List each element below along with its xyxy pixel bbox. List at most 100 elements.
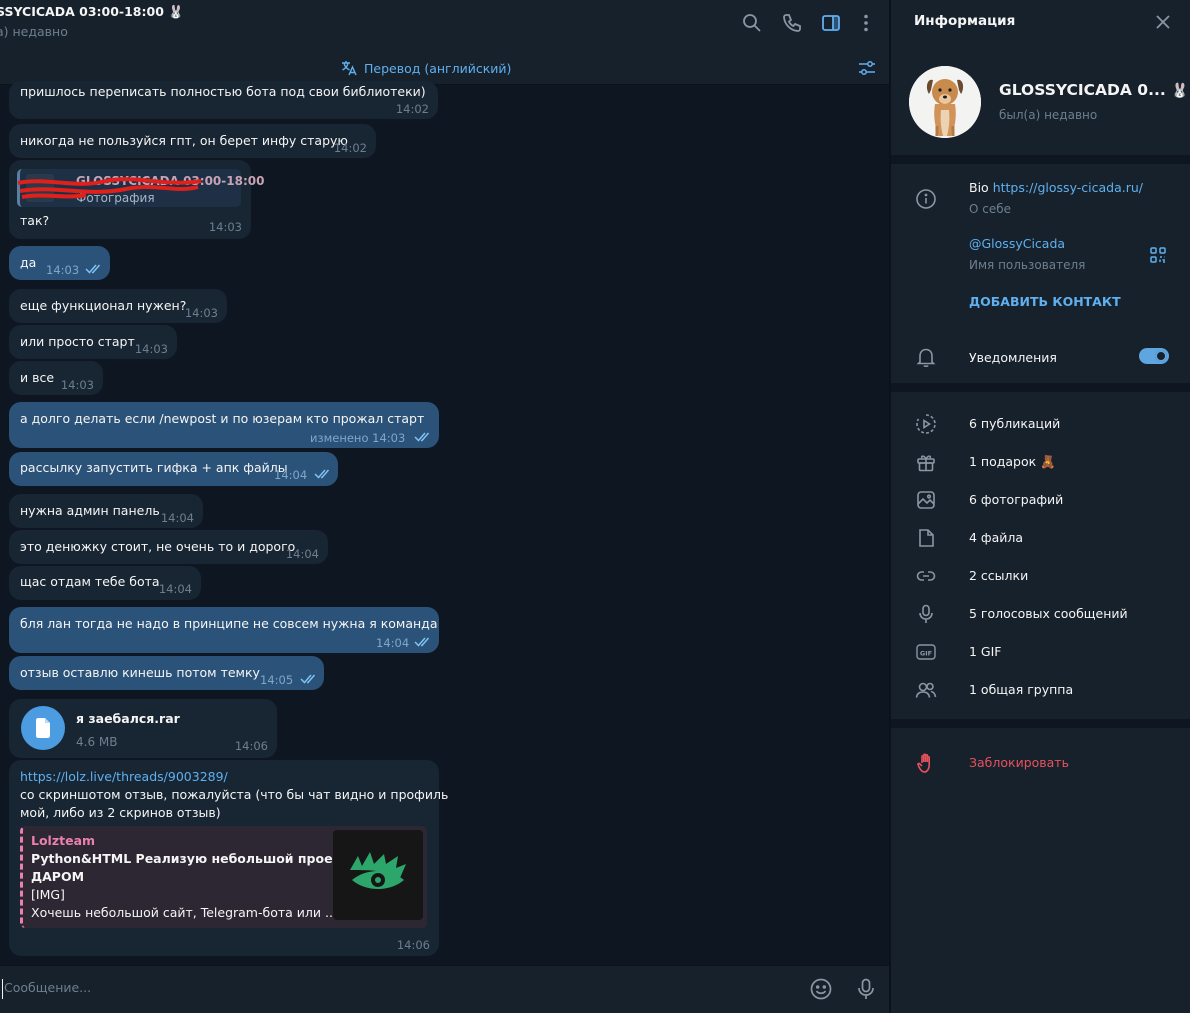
story-icon xyxy=(915,413,937,435)
phone-icon[interactable] xyxy=(781,12,803,34)
message-outgoing[interactable]: а долго делать если /newpost и по юзерам… xyxy=(9,402,439,448)
chat-title: SSYCICADA 03:00-18:00 🐰 xyxy=(0,4,184,19)
message-outgoing[interactable]: бля лан тогда не надо в принципе не совс… xyxy=(9,607,439,653)
message-time: 14:03 xyxy=(134,342,168,356)
media-row-voice[interactable]: 5 голосовых сообщений xyxy=(969,606,1128,621)
section-separator xyxy=(891,719,1190,728)
read-ticks-icon xyxy=(300,674,316,684)
message-text: и все xyxy=(20,370,55,385)
media-row-publications[interactable]: 6 публикаций xyxy=(969,416,1060,431)
message-outgoing[interactable]: да 14:03 xyxy=(9,246,110,280)
message-time: 14:02 xyxy=(333,141,367,155)
message-time: 14:04 xyxy=(285,547,319,561)
preview-desc: Хочешь небольшой сайт, Telegram-бота или… xyxy=(31,905,337,920)
message-text: или просто старт xyxy=(20,334,135,349)
media-row-gif[interactable]: 1 GIF xyxy=(969,644,1002,659)
media-row-groups[interactable]: 1 общая группа xyxy=(969,682,1073,697)
preview-desc: [IMG] xyxy=(31,887,65,902)
file-icon[interactable] xyxy=(21,706,65,750)
message-time: 14:05 xyxy=(260,673,294,687)
message-text: нужна админ панель xyxy=(20,503,160,518)
message-time: 14:04 xyxy=(376,636,410,650)
close-icon[interactable] xyxy=(1153,12,1173,32)
message-composer: Сообщение... xyxy=(0,965,889,1013)
bio-row[interactable]: Bio https://glossy-cicada.ru/ xyxy=(969,180,1143,195)
photo-icon xyxy=(915,489,937,511)
avatar[interactable] xyxy=(909,66,981,138)
message-text: бля лан тогда не надо в принципе не совс… xyxy=(20,616,438,631)
block-user-button[interactable]: Заблокировать xyxy=(969,755,1069,770)
media-row-gifts[interactable]: 1 подарок 🧸 xyxy=(969,454,1056,470)
message-time: 14:03 xyxy=(208,220,242,234)
message-incoming[interactable]: щас отдам тебе бота 14:04 xyxy=(9,566,201,600)
message-text: щас отдам тебе бота xyxy=(20,574,160,589)
media-row-files[interactable]: 4 файла xyxy=(969,530,1023,545)
notifications-label: Уведомления xyxy=(969,350,1057,365)
link-icon xyxy=(915,565,937,587)
chat-header[interactable]: SSYCICADA 03:00-18:00 🐰 а) недавно xyxy=(0,0,889,54)
username-link[interactable]: @GlossyCicada xyxy=(969,236,1065,251)
message-text: мой, либо из 2 скринов отзыв) xyxy=(20,805,221,820)
toggle-sidebar-icon[interactable] xyxy=(820,12,842,34)
add-contact-button[interactable]: ДОБАВИТЬ КОНТАКТ xyxy=(969,294,1121,309)
message-text: отзыв оставлю кинешь потом темку xyxy=(20,665,260,680)
preview-site-name: Lolzteam xyxy=(31,833,96,848)
message-incoming[interactable]: никогда не пользуйся гпт, он берет инфу … xyxy=(9,124,376,158)
message-link-preview[interactable]: https://lolz.live/threads/9003289/ со ск… xyxy=(9,760,448,956)
message-incoming[interactable]: пришлось переписать полностью бота под с… xyxy=(9,81,438,119)
group-icon xyxy=(915,679,937,701)
translate-button[interactable]: Перевод (английский) xyxy=(340,59,511,77)
message-list[interactable]: пришлось переписать полностью бота под с… xyxy=(0,81,889,965)
microphone-icon[interactable] xyxy=(854,977,878,1001)
media-row-links[interactable]: 2 ссылки xyxy=(969,568,1028,583)
chat-panel: SSYCICADA 03:00-18:00 🐰 а) недавно Перев… xyxy=(0,0,889,1013)
message-incoming-reply[interactable]: GLOSSYCICADA 03:00-18:00 Фотография так?… xyxy=(9,160,264,239)
translate-icon xyxy=(342,61,357,76)
chat-status: а) недавно xyxy=(0,24,68,39)
message-incoming[interactable]: или просто старт 14:03 xyxy=(9,325,177,359)
message-text: никогда не пользуйся гпт, он берет инфу … xyxy=(20,133,348,148)
username-caption: Имя пользователя xyxy=(969,258,1086,272)
media-row-photos[interactable]: 6 фотографий xyxy=(969,492,1063,507)
message-incoming[interactable]: еще функционал нужен? 14:03 xyxy=(9,289,227,323)
search-icon[interactable] xyxy=(741,12,763,34)
link-preview-card[interactable]: Lolzteam Python&HTML Реализую небольшой … xyxy=(20,826,427,928)
message-incoming[interactable]: это денюжку стоит, не очень то и дорого … xyxy=(9,530,328,564)
reply-quote[interactable]: GLOSSYCICADA 03:00-18:00 Фотография xyxy=(17,169,264,207)
message-file[interactable]: я заебался.rar 4.6 MB 14:06 xyxy=(9,699,277,758)
notifications-toggle[interactable] xyxy=(1139,348,1169,364)
svg-text:GIF: GIF xyxy=(920,649,932,657)
message-time: 14:04 xyxy=(274,468,308,482)
message-time: 14:03 xyxy=(46,263,80,277)
message-time: 14:06 xyxy=(396,938,430,952)
message-time: 14:06 xyxy=(234,739,268,753)
more-menu-icon[interactable] xyxy=(855,12,877,34)
message-incoming[interactable]: нужна админ панель 14:04 xyxy=(9,494,203,528)
message-text: это денюжку стоит, не очень то и дорого xyxy=(20,539,296,554)
read-ticks-icon xyxy=(414,432,430,442)
read-ticks-icon xyxy=(314,469,330,479)
gift-icon xyxy=(915,451,937,473)
message-time: изменено 14:03 xyxy=(310,431,406,445)
message-link[interactable]: https://lolz.live/threads/9003289/ xyxy=(20,768,228,786)
preview-thumbnail xyxy=(333,830,423,920)
qr-code-icon[interactable] xyxy=(1149,246,1167,264)
message-text: а долго делать если /newpost и по юзерам… xyxy=(20,411,425,426)
translation-settings-icon[interactable] xyxy=(857,58,877,78)
block-hand-icon xyxy=(915,752,937,774)
bio-link[interactable]: https://glossy-cicada.ru/ xyxy=(993,180,1143,195)
file-size: 4.6 MB xyxy=(76,735,118,749)
gif-icon: GIF xyxy=(915,641,937,663)
bio-caption: О себе xyxy=(969,202,1012,216)
message-outgoing[interactable]: отзыв оставлю кинешь потом темку 14:05 xyxy=(9,656,324,690)
message-text: рассылку запустить гифка + апк файлы xyxy=(20,460,288,475)
file-name[interactable]: я заебался.rar xyxy=(76,710,180,728)
message-text: со скриншотом отзыв, пожалуйста (что бы … xyxy=(20,787,449,802)
message-incoming[interactable]: и все 14:03 xyxy=(9,361,103,395)
emoji-icon[interactable] xyxy=(809,977,833,1001)
message-input[interactable]: Сообщение... xyxy=(4,980,91,995)
message-outgoing[interactable]: рассылку запустить гифка + апк файлы 14:… xyxy=(9,452,338,486)
section-separator xyxy=(891,155,1190,164)
profile-name: GLOSSYCICADA 0... 🐰 xyxy=(999,81,1189,99)
message-text: еще функционал нужен? xyxy=(20,298,187,313)
